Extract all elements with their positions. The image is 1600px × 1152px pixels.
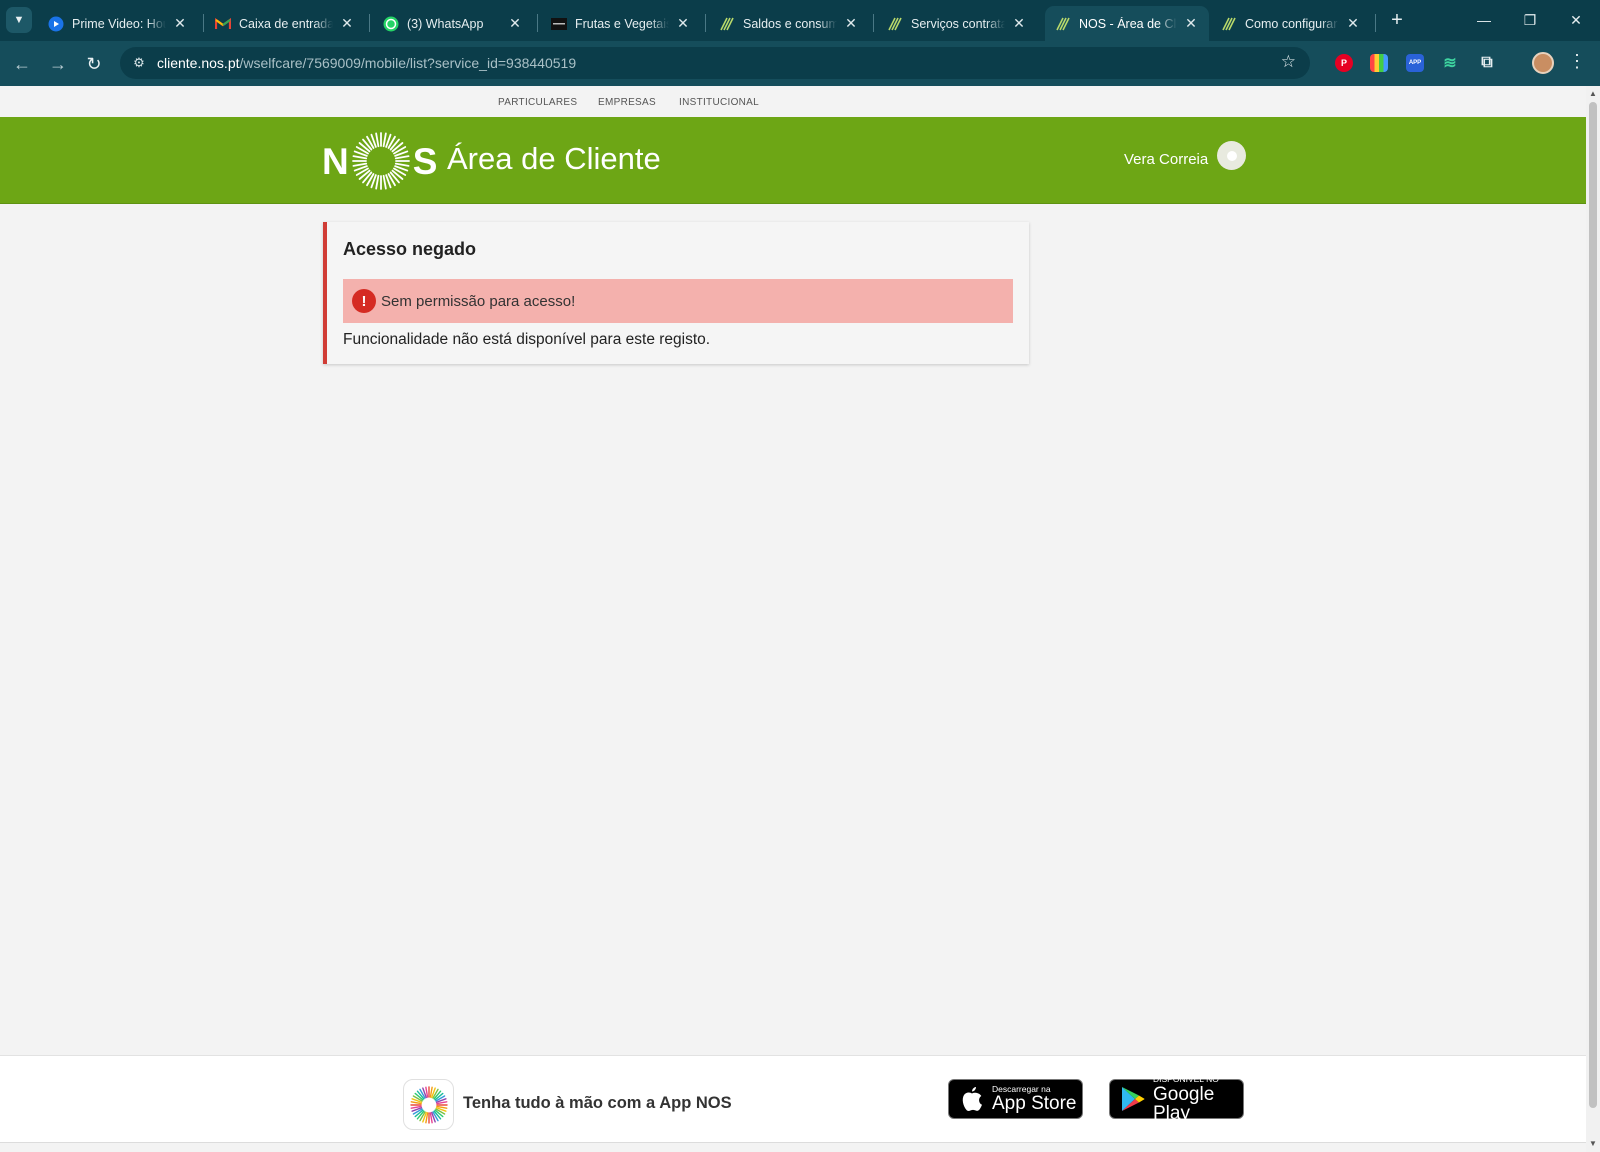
app-store-button[interactable]: Descarregar na App Store bbox=[948, 1079, 1083, 1119]
tab-title: Serviços contratados bbox=[911, 16, 1005, 31]
scroll-thumb[interactable] bbox=[1589, 102, 1597, 1108]
tab-separator bbox=[203, 14, 204, 32]
url-host: cliente.nos.pt bbox=[157, 55, 240, 71]
app-extension-icon[interactable]: APP bbox=[1406, 54, 1424, 72]
tab-separator bbox=[705, 14, 706, 32]
close-tab-icon[interactable]: ✕ bbox=[1345, 15, 1361, 32]
tab-title: NOS - Área de Cliente bbox=[1079, 16, 1177, 31]
color-grid-extension-icon[interactable] bbox=[1370, 54, 1388, 72]
tab-separator bbox=[369, 14, 370, 32]
address-bar[interactable]: ⚙ cliente.nos.pt/wselfcare/7569009/mobil… bbox=[120, 47, 1310, 79]
tab-separator bbox=[537, 14, 538, 32]
nos-icon bbox=[887, 16, 903, 32]
close-tab-icon[interactable]: ✕ bbox=[339, 15, 355, 32]
nos-sun-logo-icon bbox=[351, 132, 410, 190]
nav-institucional-link[interactable]: INSTITUCIONAL bbox=[679, 97, 759, 108]
nav-empresas-link[interactable]: EMPRESAS bbox=[598, 97, 656, 108]
tab-saldos[interactable]: Saldos e consumos ✕ bbox=[709, 6, 869, 41]
tab-separator bbox=[873, 14, 874, 32]
tab-title: Prime Video: House bbox=[72, 16, 166, 31]
page-scrollbar[interactable]: ▲ ▼ bbox=[1586, 86, 1600, 1152]
tab-search-chevron-icon[interactable]: ▼ bbox=[6, 7, 32, 33]
card-description: Funcionalidade não está disponível para … bbox=[343, 331, 711, 348]
page-viewport: PARTICULARES EMPRESAS INSTITUCIONAL N S … bbox=[0, 86, 1586, 1152]
extensions-puzzle-icon[interactable]: ⧉ bbox=[1478, 54, 1496, 72]
gmail-icon bbox=[215, 16, 231, 32]
tab-nos-area-cliente[interactable]: NOS - Área de Cliente ✕ bbox=[1045, 6, 1209, 41]
tab-title: Como configurar o bbox=[1245, 16, 1339, 31]
tab-title: Saldos e consumos bbox=[743, 16, 837, 31]
google-play-button[interactable]: DISPONÍVEL NO Google Play bbox=[1109, 1075, 1244, 1123]
bird-extension-icon[interactable]: ≋ bbox=[1441, 54, 1459, 72]
bookmark-star-icon[interactable]: ☆ bbox=[1281, 52, 1296, 72]
nav-particulares-link[interactable]: PARTICULARES bbox=[498, 97, 577, 108]
user-name[interactable]: Vera Correia bbox=[1124, 151, 1208, 168]
nos-icon bbox=[719, 16, 735, 32]
app-promo-footer: Tenha tudo à mão com a App NOS Descarreg… bbox=[0, 1055, 1586, 1143]
site-header: N S Área de Cliente Vera Correia bbox=[0, 117, 1586, 204]
logo-letter-n: N bbox=[322, 140, 349, 182]
url-path: /wselfcare/7569009/mobile/list?service_i… bbox=[239, 55, 577, 71]
browser-tab-bar: ▼ Prime Video: House ✕ Caixa de entrada … bbox=[0, 0, 1600, 41]
tab-title: Caixa de entrada ( bbox=[239, 16, 333, 31]
whatsapp-icon bbox=[383, 16, 399, 32]
tab-separator bbox=[1375, 14, 1376, 32]
close-tab-icon[interactable]: ✕ bbox=[507, 15, 523, 32]
page-title: Área de Cliente bbox=[447, 141, 661, 176]
tab-como-configurar[interactable]: Como configurar o ✕ bbox=[1211, 6, 1371, 41]
exclamation-icon: ! bbox=[352, 289, 376, 313]
logo-letter-s: S bbox=[412, 140, 438, 182]
close-tab-icon[interactable]: ✕ bbox=[1183, 15, 1199, 32]
nos-icon bbox=[1221, 16, 1237, 32]
forward-arrow-icon[interactable]: → bbox=[44, 50, 72, 78]
scroll-down-arrow-icon[interactable]: ▼ bbox=[1588, 1139, 1598, 1149]
nos-logo[interactable]: N S bbox=[322, 131, 437, 191]
minimize-icon[interactable]: — bbox=[1470, 8, 1498, 32]
nos-icon bbox=[1055, 16, 1071, 32]
tab-whatsapp[interactable]: (3) WhatsApp ✕ bbox=[373, 6, 533, 41]
error-alert: ! Sem permissão para acesso! bbox=[343, 279, 1013, 323]
app-promo-text: Tenha tudo à mão com a App NOS bbox=[463, 1094, 732, 1112]
restore-icon[interactable]: ❐ bbox=[1516, 8, 1544, 32]
user-avatar-icon[interactable] bbox=[1217, 141, 1246, 170]
close-tab-icon[interactable]: ✕ bbox=[1011, 15, 1027, 32]
profile-avatar[interactable] bbox=[1532, 52, 1554, 74]
segment-nav: PARTICULARES EMPRESAS INSTITUCIONAL bbox=[0, 86, 1586, 117]
app-store-big-text: App Store bbox=[992, 1093, 1077, 1115]
back-arrow-icon[interactable]: ← bbox=[8, 50, 36, 78]
reload-icon[interactable]: ↻ bbox=[80, 50, 108, 78]
app-store-small-text: Descarregar na bbox=[992, 1083, 1051, 1094]
browser-menu-icon[interactable]: ⋮ bbox=[1568, 51, 1586, 72]
new-tab-plus-icon[interactable]: + bbox=[1385, 8, 1409, 32]
google-play-icon bbox=[1121, 1086, 1145, 1112]
url-text[interactable]: cliente.nos.pt/wselfcare/7569009/mobile/… bbox=[157, 55, 576, 71]
access-denied-card: Acesso negado ! Sem permissão para acess… bbox=[323, 222, 1029, 364]
tab-frutas[interactable]: Frutas e Vegetais | ✕ bbox=[541, 6, 701, 41]
prime-video-icon bbox=[48, 16, 64, 32]
alert-text: Sem permissão para acesso! bbox=[381, 292, 576, 310]
browser-toolbar: ← → ↻ ⚙ cliente.nos.pt/wselfcare/7569009… bbox=[0, 41, 1600, 86]
nos-app-icon bbox=[403, 1079, 454, 1130]
tab-servicos[interactable]: Serviços contratados ✕ bbox=[877, 6, 1037, 41]
card-title: Acesso negado bbox=[343, 239, 477, 259]
pinterest-extension-icon[interactable]: P bbox=[1335, 54, 1353, 72]
tab-gmail[interactable]: Caixa de entrada ( ✕ bbox=[205, 6, 365, 41]
apple-icon bbox=[960, 1086, 984, 1112]
tab-title: (3) WhatsApp bbox=[407, 16, 484, 31]
site-info-icon[interactable]: ⚙ bbox=[128, 52, 150, 74]
close-tab-icon[interactable]: ✕ bbox=[675, 15, 691, 32]
tab-title: Frutas e Vegetais | bbox=[575, 16, 669, 31]
close-window-icon[interactable]: ✕ bbox=[1562, 8, 1590, 32]
nos-app-sun-icon bbox=[409, 1085, 448, 1124]
site-icon bbox=[551, 16, 567, 32]
scroll-up-arrow-icon[interactable]: ▲ bbox=[1588, 89, 1598, 99]
close-tab-icon[interactable]: ✕ bbox=[843, 15, 859, 32]
google-play-big-text: Google Play bbox=[1153, 1083, 1215, 1124]
close-tab-icon[interactable]: ✕ bbox=[172, 15, 188, 32]
tab-prime-video[interactable]: Prime Video: House ✕ bbox=[38, 6, 198, 41]
google-play-small-text: DISPONÍVEL NO bbox=[1153, 1074, 1219, 1085]
